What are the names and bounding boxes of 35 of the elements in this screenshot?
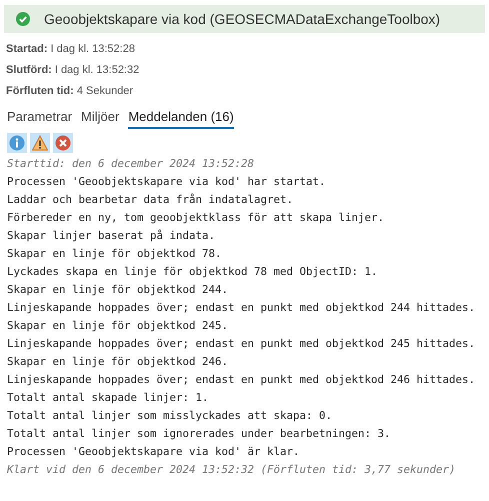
log-message: Totalt antal linjer som ignorerades under bearbetningen: 3. bbox=[7, 426, 392, 442]
filter-toggle-button[interactable] bbox=[30, 133, 50, 153]
check-circle-icon bbox=[16, 12, 30, 26]
timestamp-message: Starttid: den 6 december 2024 13:52:28 bbox=[7, 156, 256, 172]
log-message: Skapar en linje för objektkod 245. bbox=[7, 318, 230, 334]
filter-toggle-button[interactable] bbox=[53, 133, 73, 153]
log-message: Processen 'Geoobjektskapare via kod' är klar. bbox=[7, 444, 301, 460]
log-message: Skapar linjer baserat på indata. bbox=[7, 228, 216, 244]
log-message: Laddar och bearbetar data från indatalagret. bbox=[7, 192, 294, 208]
log-message: Linjeskapande hoppades över; endast en punkt med objektkod 245 hittades. bbox=[7, 336, 476, 352]
detail-label: Förfluten tid: bbox=[6, 84, 74, 99]
log-message: Totalt antal linjer som misslyckades att skapa: 0. bbox=[7, 408, 334, 424]
log-message: Linjeskapande hoppades över; endast en punkt med objektkod 244 hittades. bbox=[7, 300, 476, 316]
detail-value: I dag kl. 13:52:32 bbox=[54, 63, 140, 78]
tab[interactable]: Meddelanden (16) bbox=[128, 108, 234, 129]
log-message: Skapar en linje för objektkod 246. bbox=[7, 354, 230, 370]
log-message: Skapar en linje för objektkod 244. bbox=[7, 282, 230, 298]
log-message: Totalt antal skapade linjer: 1. bbox=[7, 390, 210, 406]
tool-title: Geoobjektskapare via kod (GEOSECMADataExchangeToolbox) bbox=[44, 10, 440, 29]
log-message: Förbereder en ny, tom geoobjektklass för att skapa linjer. bbox=[7, 210, 386, 226]
log-message: Processen 'Geoobjektskapare via kod' har startat. bbox=[7, 174, 327, 190]
log-message: Skapar en linje för objektkod 78. bbox=[7, 246, 223, 262]
timestamp-message: Klart vid den 6 december 2024 13:52:32 (Förfluten tid: 3,77 sekunder) bbox=[7, 462, 457, 478]
error-icon bbox=[55, 135, 71, 151]
detail-value: I dag kl. 13:52:28 bbox=[50, 42, 135, 57]
detail-label: Slutförd: bbox=[6, 63, 52, 78]
filter-toggle-button[interactable] bbox=[7, 133, 27, 153]
warning-icon bbox=[32, 135, 48, 151]
log-message: Linjeskapande hoppades över; endast en punkt med objektkod 246 hittades. bbox=[7, 372, 476, 388]
detail-label: Startad: bbox=[6, 42, 48, 57]
log-message: Lyckades skapa en linje för objektkod 78 med ObjectID: 1. bbox=[7, 264, 379, 280]
tab[interactable]: Parametrar bbox=[7, 108, 72, 129]
info-icon bbox=[9, 135, 25, 151]
detail-value: 4 Sekunder bbox=[76, 84, 134, 99]
tab[interactable]: Miljöer bbox=[81, 108, 120, 129]
